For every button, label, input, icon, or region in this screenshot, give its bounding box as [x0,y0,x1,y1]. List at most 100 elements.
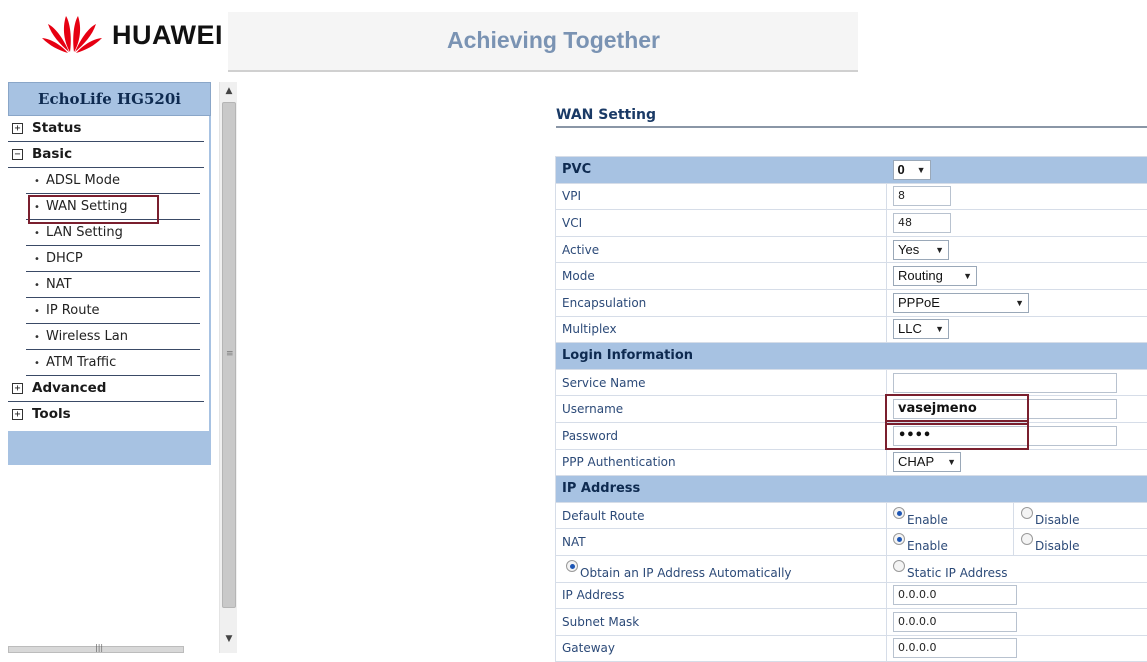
section-header: IP Address [556,476,1147,503]
collapse-icon: − [12,149,23,160]
sidebar-scrollbar[interactable]: ▲ ≡ ▼ [219,82,237,653]
mode-label: Mode [556,263,887,290]
radio-label: Obtain an IP Address Automatically [580,566,792,580]
section-header: Login Information [556,343,1147,370]
table-row: PVC 0▼ [556,157,1147,184]
horizontal-scrollbar[interactable]: ||| [8,646,184,653]
scroll-up-arrow-icon[interactable]: ▲ [220,82,238,100]
sidebar-item-label: NAT [46,277,72,292]
pvc-label: PVC [556,157,887,184]
active-select[interactable]: Yes▼ [893,240,949,260]
ppp-auth-select[interactable]: CHAP▼ [893,452,961,472]
password-highlight [885,420,1029,450]
ip-section-title: IP Address [556,476,887,503]
nat-disable-radio[interactable] [1021,533,1033,545]
sidebar-item-label: ADSL Mode [46,173,120,188]
bullet-icon: • [34,358,40,369]
sidebar-item-label: Wireless Lan [46,329,128,344]
sidebar-item-ip-route[interactable]: • IP Route [26,298,200,324]
bullet-icon: • [34,254,40,265]
device-model-title: EchoLife HG520i [8,82,211,116]
radio-label: Enable [907,539,948,553]
sidebar-group-label: Advanced [32,380,106,396]
gateway-input[interactable]: 0.0.0.0 [893,638,1017,658]
table-row: PPP Authentication CHAP▼ [556,449,1147,476]
sidebar-item-dhcp[interactable]: • DHCP [26,246,200,272]
sidebar-item-label: IP Route [46,303,100,318]
sidebar-group-tools[interactable]: + Tools [8,402,204,428]
radio-label: Enable [907,513,948,527]
radio-label: Static IP Address [907,566,1008,580]
default-route-enable-radio[interactable] [893,507,905,519]
bullet-icon: • [34,280,40,291]
sidebar-item-wireless-lan[interactable]: • Wireless Lan [26,324,200,350]
sidebar-group-status[interactable]: + Status [8,116,204,142]
multiplex-label: Multiplex [556,316,887,343]
table-row: Multiplex LLC▼ [556,316,1147,343]
table-row: Default Route Enable Disable [556,502,1147,529]
page-title: WAN Setting [556,107,656,123]
sidebar: EchoLife HG520i + Status − Basic • ADSL … [8,82,211,465]
bullet-icon: • [34,176,40,187]
sidebar-menu: + Status − Basic • ADSL Mode • WAN Setti… [8,116,211,431]
mode-select[interactable]: Routing▼ [893,266,977,286]
table-row: VCI 48 [556,210,1147,237]
sidebar-item-label: ATM Traffic [46,355,116,370]
page-header: HUAWEI Achieving Together [0,0,858,74]
ip-address-input[interactable]: 0.0.0.0 [893,585,1017,605]
table-row: Username vasejmeno [556,396,1147,423]
bullet-icon: • [34,332,40,343]
radio-label: Disable [1035,513,1080,527]
subnet-mask-input[interactable]: 0.0.0.0 [893,612,1017,632]
sidebar-item-label: DHCP [46,251,83,266]
ip-address-label: IP Address [556,582,887,609]
sidebar-item-nat[interactable]: • NAT [26,272,200,298]
slogan: Achieving Together [447,27,660,54]
sidebar-group-label: Tools [32,406,71,422]
username-label: Username [556,396,887,423]
table-row: Password •••• [556,422,1147,449]
sidebar-footer [8,431,211,465]
default-route-label: Default Route [556,502,887,529]
vpi-input[interactable]: 8 [893,186,951,206]
service-name-input[interactable] [893,373,1117,393]
multiplex-select[interactable]: LLC▼ [893,319,949,339]
service-name-label: Service Name [556,369,887,396]
obtain-ip-auto-radio[interactable] [566,560,578,572]
chevron-down-icon: ▼ [935,320,944,338]
bullet-icon: • [34,306,40,317]
table-row: Gateway 0.0.0.0 [556,635,1147,662]
sidebar-group-basic[interactable]: − Basic [8,142,204,168]
expand-icon: + [12,409,23,420]
expand-icon: + [12,123,23,134]
table-row: Subnet Mask 0.0.0.0 [556,609,1147,636]
grip-icon: ≡ [226,349,234,359]
encapsulation-select[interactable]: PPPoE▼ [893,293,1029,313]
nat-enable-radio[interactable] [893,533,905,545]
table-row: Encapsulation PPPoE▼ [556,289,1147,316]
chevron-down-icon: ▼ [963,267,972,285]
table-row: Obtain an IP Address Automatically Stati… [556,555,1147,582]
chevron-down-icon: ▼ [1015,294,1024,312]
sidebar-group-label: Basic [32,146,72,162]
table-row: Service Name [556,369,1147,396]
sidebar-item-adsl-mode[interactable]: • ADSL Mode [26,168,200,194]
pvc-select[interactable]: 0▼ [893,160,931,180]
vci-input[interactable]: 48 [893,213,951,233]
expand-icon: + [12,383,23,394]
chevron-down-icon: ▼ [947,453,956,471]
table-row: IP Address 0.0.0.0 [556,582,1147,609]
table-row: VPI 8 [556,183,1147,210]
sidebar-item-atm-traffic[interactable]: • ATM Traffic [26,350,200,376]
static-ip-radio[interactable] [893,560,905,572]
default-route-disable-radio[interactable] [1021,507,1033,519]
vci-label: VCI [556,210,887,237]
table-row: Mode Routing▼ [556,263,1147,290]
scrollbar-thumb[interactable]: ≡ [222,102,236,608]
password-label: Password [556,422,887,449]
scroll-down-arrow-icon[interactable]: ▼ [220,630,238,648]
sidebar-group-advanced[interactable]: + Advanced [8,376,204,402]
chevron-down-icon: ▼ [917,161,926,179]
huawei-logo: HUAWEI [40,8,250,58]
encapsulation-label: Encapsulation [556,289,887,316]
